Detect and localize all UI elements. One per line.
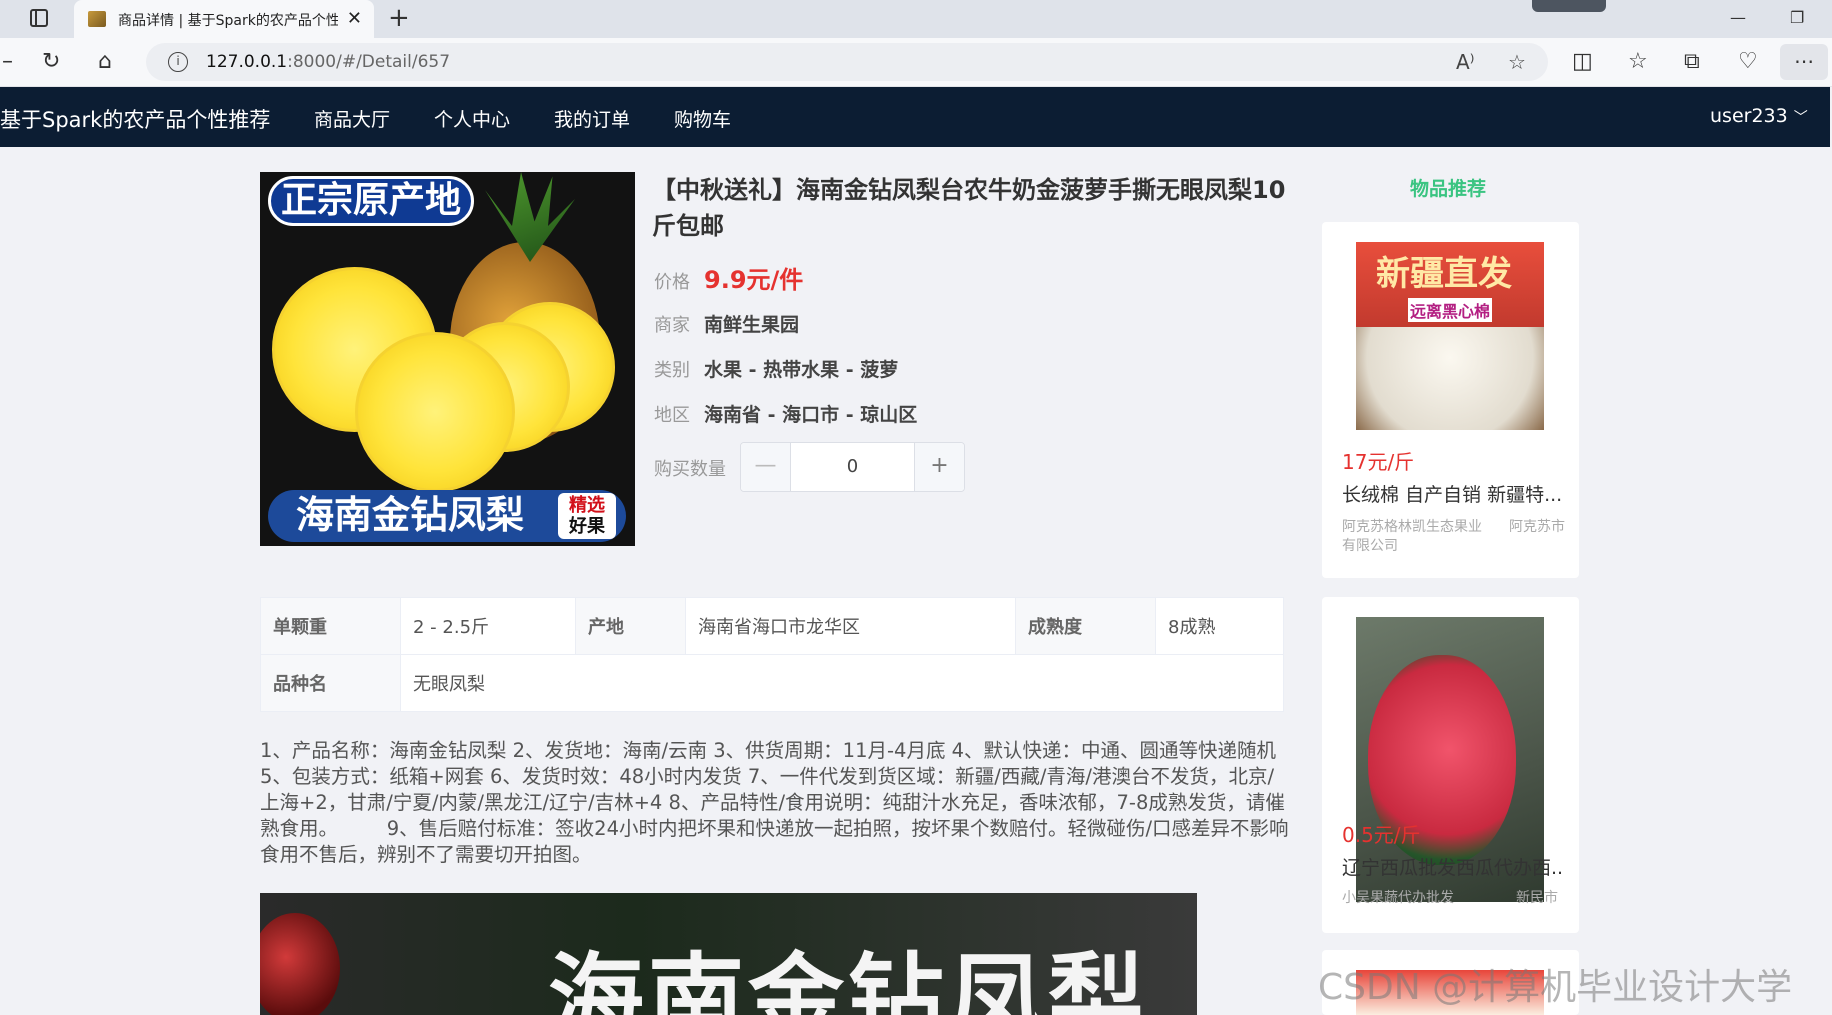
tab-close-icon[interactable]: ✕ — [347, 8, 362, 29]
recommend-card[interactable]: 0.5元/斤 辽宁西瓜批发西瓜代办西... 小吴果蔬代办批发 新民市 — [1322, 597, 1579, 933]
detail-banner-image: 海南金钻凤梨 — [260, 893, 1197, 1015]
site-info-icon[interactable]: i — [168, 52, 188, 72]
address-bar[interactable]: i 127.0.0.1:8000/#/Detail/657 A⁾ ☆ — [146, 43, 1548, 81]
nav-item-profile[interactable]: 个人中心 — [434, 105, 510, 132]
nav-item-mall[interactable]: 商品大厅 — [314, 105, 390, 132]
increase-button[interactable]: + — [914, 443, 964, 491]
recommend-image-subtext: 远离黑心棉 — [1408, 298, 1493, 322]
tab-title: 商品详情 | 基于Spark的农产品个性化推荐 — [118, 13, 338, 29]
profile-indicator[interactable] — [1532, 0, 1606, 12]
attr-key: 成熟度 — [1015, 597, 1156, 655]
region-path: 海南省 - 海口市 - 琼山区 — [704, 404, 918, 426]
product-description: 1、产品名称：海南金钻凤梨 2、发货地：海南/云南 3、供货周期：11月-4月底… — [260, 739, 1289, 866]
merchant-row: 商家 南鲜生果园 — [654, 310, 799, 337]
product-title: 【中秋送礼】海南金钻凤梨台农牛奶金菠萝手撕无眼凤梨10斤包邮 — [652, 176, 1286, 240]
nav-item-orders[interactable]: 我的订单 — [554, 105, 630, 132]
site-navbar: 基于Spark的农产品个性推荐 商品大厅 个人中心 我的订单 购物车 user2… — [0, 87, 1830, 147]
banner-text: 海南金钻凤梨 — [548, 943, 1148, 1015]
split-screen-icon[interactable]: ◫ — [1572, 49, 1593, 75]
more-menu-icon[interactable]: ⋯ — [1780, 44, 1828, 80]
attr-value: 无眼凤梨 — [400, 654, 1284, 712]
price-label: 价格 — [654, 272, 690, 293]
image-badge-name: 海南金钻凤梨 精选 好果 — [268, 490, 626, 542]
recommend-name[interactable]: 辽宁西瓜批发西瓜代办西... — [1342, 853, 1562, 880]
new-tab-icon[interactable]: + — [388, 3, 410, 33]
collections-icon[interactable]: ⧉ — [1684, 49, 1700, 75]
merchant-name: 南鲜生果园 — [704, 314, 800, 336]
attr-key: 产地 — [575, 597, 686, 655]
nav-item-cart[interactable]: 购物车 — [674, 105, 731, 132]
username: user233 — [1710, 105, 1788, 127]
region-row: 地区 海南省 - 海口市 - 琼山区 — [654, 400, 917, 427]
watermark: CSDN @计算机毕业设计大学 — [1318, 967, 1793, 1008]
recommend-title: 物品推荐 — [1410, 178, 1487, 200]
browser-tab-active[interactable]: 商品详情 | 基于Spark的农产品个性化推荐 ✕ — [74, 0, 374, 38]
tab-actions-icon[interactable] — [30, 9, 48, 27]
recommend-area: 阿克苏市 — [1509, 519, 1565, 535]
merchant-label: 商家 — [654, 315, 690, 336]
tab-favicon-icon — [88, 11, 106, 27]
recommend-price: 17元/斤 — [1342, 450, 1415, 474]
category-label: 类别 — [654, 360, 690, 381]
quantity-stepper: — 0 + — [740, 442, 965, 492]
category-row: 类别 水果 - 热带水果 - 菠萝 — [654, 355, 898, 382]
attributes-table: 单颗重 2 - 2.5斤 产地 海南省海口市龙华区 成熟度 8成熟 品种名 无眼… — [260, 597, 1284, 712]
url-host: 127.0.0.1 — [206, 52, 288, 72]
product-price: 9.9元/件 — [704, 266, 804, 294]
image-badge-origin: 正宗原产地 — [268, 176, 475, 226]
recommend-price: 0.5元/斤 — [1342, 823, 1421, 847]
user-menu[interactable]: user233 ﹀ — [1710, 105, 1808, 127]
attr-value: 2 - 2.5斤 — [400, 597, 576, 655]
region-label: 地区 — [654, 405, 690, 426]
address-url[interactable]: 127.0.0.1:8000/#/Detail/657 — [206, 52, 450, 72]
pineapple-slice — [355, 332, 515, 492]
reload-icon[interactable]: ↻ — [42, 49, 60, 75]
favorite-star-icon[interactable]: ☆ — [1508, 50, 1526, 74]
read-aloud-icon[interactable]: A⁾ — [1456, 50, 1475, 74]
url-path: :8000/#/Detail/657 — [287, 52, 451, 72]
price-row: 价格 9.9元/件 — [654, 260, 803, 295]
table-row: 品种名 无眼凤梨 — [260, 654, 1284, 712]
home-icon[interactable]: ⌂ — [98, 49, 112, 75]
decrease-button[interactable]: — — [741, 443, 791, 491]
favorites-icon[interactable]: ☆ — [1628, 49, 1648, 75]
browser-toolbar: – ↻ ⌂ i 127.0.0.1:8000/#/Detail/657 A⁾ ☆… — [0, 38, 1832, 87]
cotton-illustration — [1356, 327, 1544, 430]
recommend-image-text: 新疆直发 — [1376, 254, 1512, 294]
attr-key: 品种名 — [260, 654, 401, 712]
back-icon[interactable]: – — [2, 49, 13, 75]
image-badge-tag: 精选 好果 — [558, 493, 616, 539]
recommend-card[interactable]: 新疆直发 远离黑心棉 17元/斤 长绒棉 自产自销 新疆特... 阿克苏格林凯生… — [1322, 222, 1579, 578]
category-path: 水果 - 热带水果 - 菠萝 — [704, 359, 899, 381]
banner-fruit-illustration — [260, 913, 340, 1015]
browser-essentials-icon[interactable]: ♡ — [1738, 49, 1758, 75]
image-tag-line2: 好果 — [569, 516, 605, 537]
quantity-label: 购买数量 — [654, 459, 726, 480]
restore-icon[interactable]: ❐ — [1790, 8, 1804, 27]
image-badge-name-text: 海南金钻凤梨 — [296, 493, 525, 537]
quantity-input[interactable]: 0 — [791, 443, 914, 491]
recommend-area: 新民市 — [1516, 890, 1558, 906]
attr-key: 单颗重 — [260, 597, 401, 655]
chevron-down-icon: ﹀ — [1793, 110, 1808, 126]
recommend-shop: 小吴果蔬代办批发 — [1342, 890, 1454, 906]
minimize-icon[interactable]: — — [1730, 8, 1746, 27]
attr-value: 海南省海口市龙华区 — [685, 597, 1016, 655]
recommend-shop: 阿克苏格林凯生态果业有限公司 — [1342, 519, 1482, 554]
attr-value: 8成熟 — [1155, 597, 1284, 655]
image-tag-line1: 精选 — [569, 495, 605, 516]
browser-tab-bar: 商品详情 | 基于Spark的农产品个性化推荐 ✕ + — ❐ — [0, 0, 1832, 38]
product-image: 正宗原产地 海南金钻凤梨 精选 好果 — [260, 172, 635, 546]
site-brand[interactable]: 基于Spark的农产品个性推荐 — [0, 104, 270, 134]
recommend-name[interactable]: 长绒棉 自产自销 新疆特... — [1342, 480, 1562, 507]
table-row: 单颗重 2 - 2.5斤 产地 海南省海口市龙华区 成熟度 8成熟 — [260, 597, 1284, 655]
recommend-image[interactable]: 新疆直发 远离黑心棉 — [1356, 242, 1544, 430]
